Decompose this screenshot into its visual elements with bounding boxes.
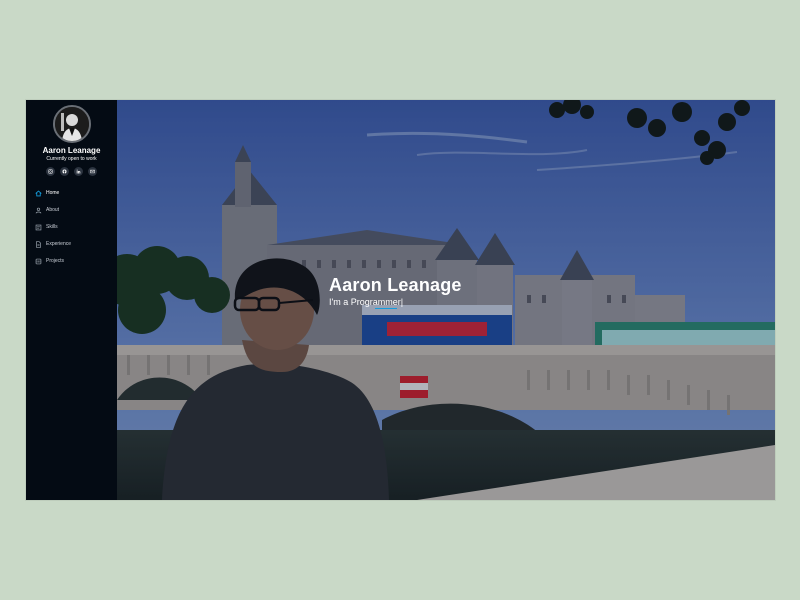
hero-section: Aaron Leanage I'm a Programmer| <box>117 100 775 500</box>
nav-label-skills: Skills <box>46 224 58 230</box>
hero-overlay <box>117 100 775 500</box>
nav-item-home[interactable]: Home <box>35 188 59 198</box>
nav-item-skills[interactable]: Skills <box>35 222 58 232</box>
skills-icon <box>35 224 42 230</box>
profile-status: Currently open to work <box>46 156 97 162</box>
home-icon <box>35 189 42 196</box>
social-link-instagram[interactable] <box>46 167 55 176</box>
linkedin-icon <box>76 169 81 174</box>
nav-label-home: Home <box>46 190 60 196</box>
instagram-icon <box>48 169 53 174</box>
nav-item-experience[interactable]: Experience <box>35 239 71 249</box>
hero-title: Aaron Leanage <box>329 275 462 295</box>
nav-item-about[interactable]: About <box>35 205 59 215</box>
profile-name: Aaron Leanage <box>42 146 101 155</box>
sidebar: Aaron Leanage Currently open to work Hom… <box>26 100 117 500</box>
hero-subtitle-underline <box>375 308 397 309</box>
github-icon <box>62 169 67 174</box>
social-link-github[interactable] <box>60 167 69 176</box>
social-links <box>46 167 97 176</box>
nav-item-projects[interactable]: Projects <box>35 256 64 266</box>
nav-label-experience: Experience <box>46 241 72 247</box>
document-icon <box>36 240 41 248</box>
social-link-email[interactable] <box>88 167 97 176</box>
social-link-linkedin[interactable] <box>74 167 83 176</box>
projects-icon <box>35 258 42 264</box>
hero-subtitle: I'm a Programmer| <box>329 297 403 307</box>
avatar-image <box>55 107 89 141</box>
profile-avatar <box>53 105 91 143</box>
hero-typed-text: I'm a Programmer| <box>329 297 404 307</box>
nav-label-projects: Projects <box>46 258 65 264</box>
email-icon <box>90 169 95 174</box>
nav-label-about: About <box>46 207 60 213</box>
portfolio-window: Aaron Leanage Currently open to work Hom… <box>26 100 775 500</box>
user-icon <box>35 207 42 213</box>
